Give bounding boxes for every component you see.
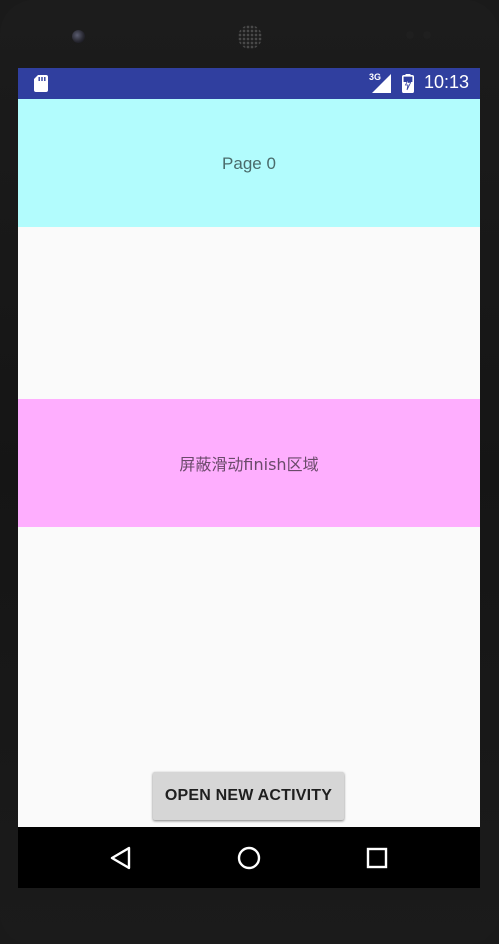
sd-card-icon (34, 75, 48, 92)
page-title: Page 0 (222, 154, 276, 173)
page-header-banner: Page 0 (18, 99, 480, 227)
front-camera (72, 30, 85, 43)
device-screen: 3G 10:13 Page 0 屏蔽滑动finish区域 OPEN NEW AC… (18, 68, 480, 888)
status-clock: 10:13 (424, 72, 470, 92)
device-frame: 3G 10:13 Page 0 屏蔽滑动finish区域 OPEN NEW AC… (0, 0, 499, 944)
home-icon[interactable] (235, 844, 263, 872)
swipe-blocked-region[interactable]: 屏蔽滑动finish区域 (18, 399, 480, 527)
status-bar: 3G 10:13 (18, 68, 480, 99)
battery-charging-icon (402, 74, 414, 93)
navigation-bar (18, 827, 480, 888)
swipe-blocked-region-label: 屏蔽滑动finish区域 (179, 455, 319, 474)
light-sensor (423, 31, 431, 39)
network-type-label: 3G (369, 72, 382, 82)
back-icon[interactable] (107, 844, 135, 872)
earpiece-speaker (238, 25, 262, 49)
recents-icon[interactable] (363, 844, 391, 872)
proximity-sensor (406, 31, 414, 39)
open-new-activity-button[interactable]: OPEN NEW ACTIVITY (153, 772, 344, 820)
